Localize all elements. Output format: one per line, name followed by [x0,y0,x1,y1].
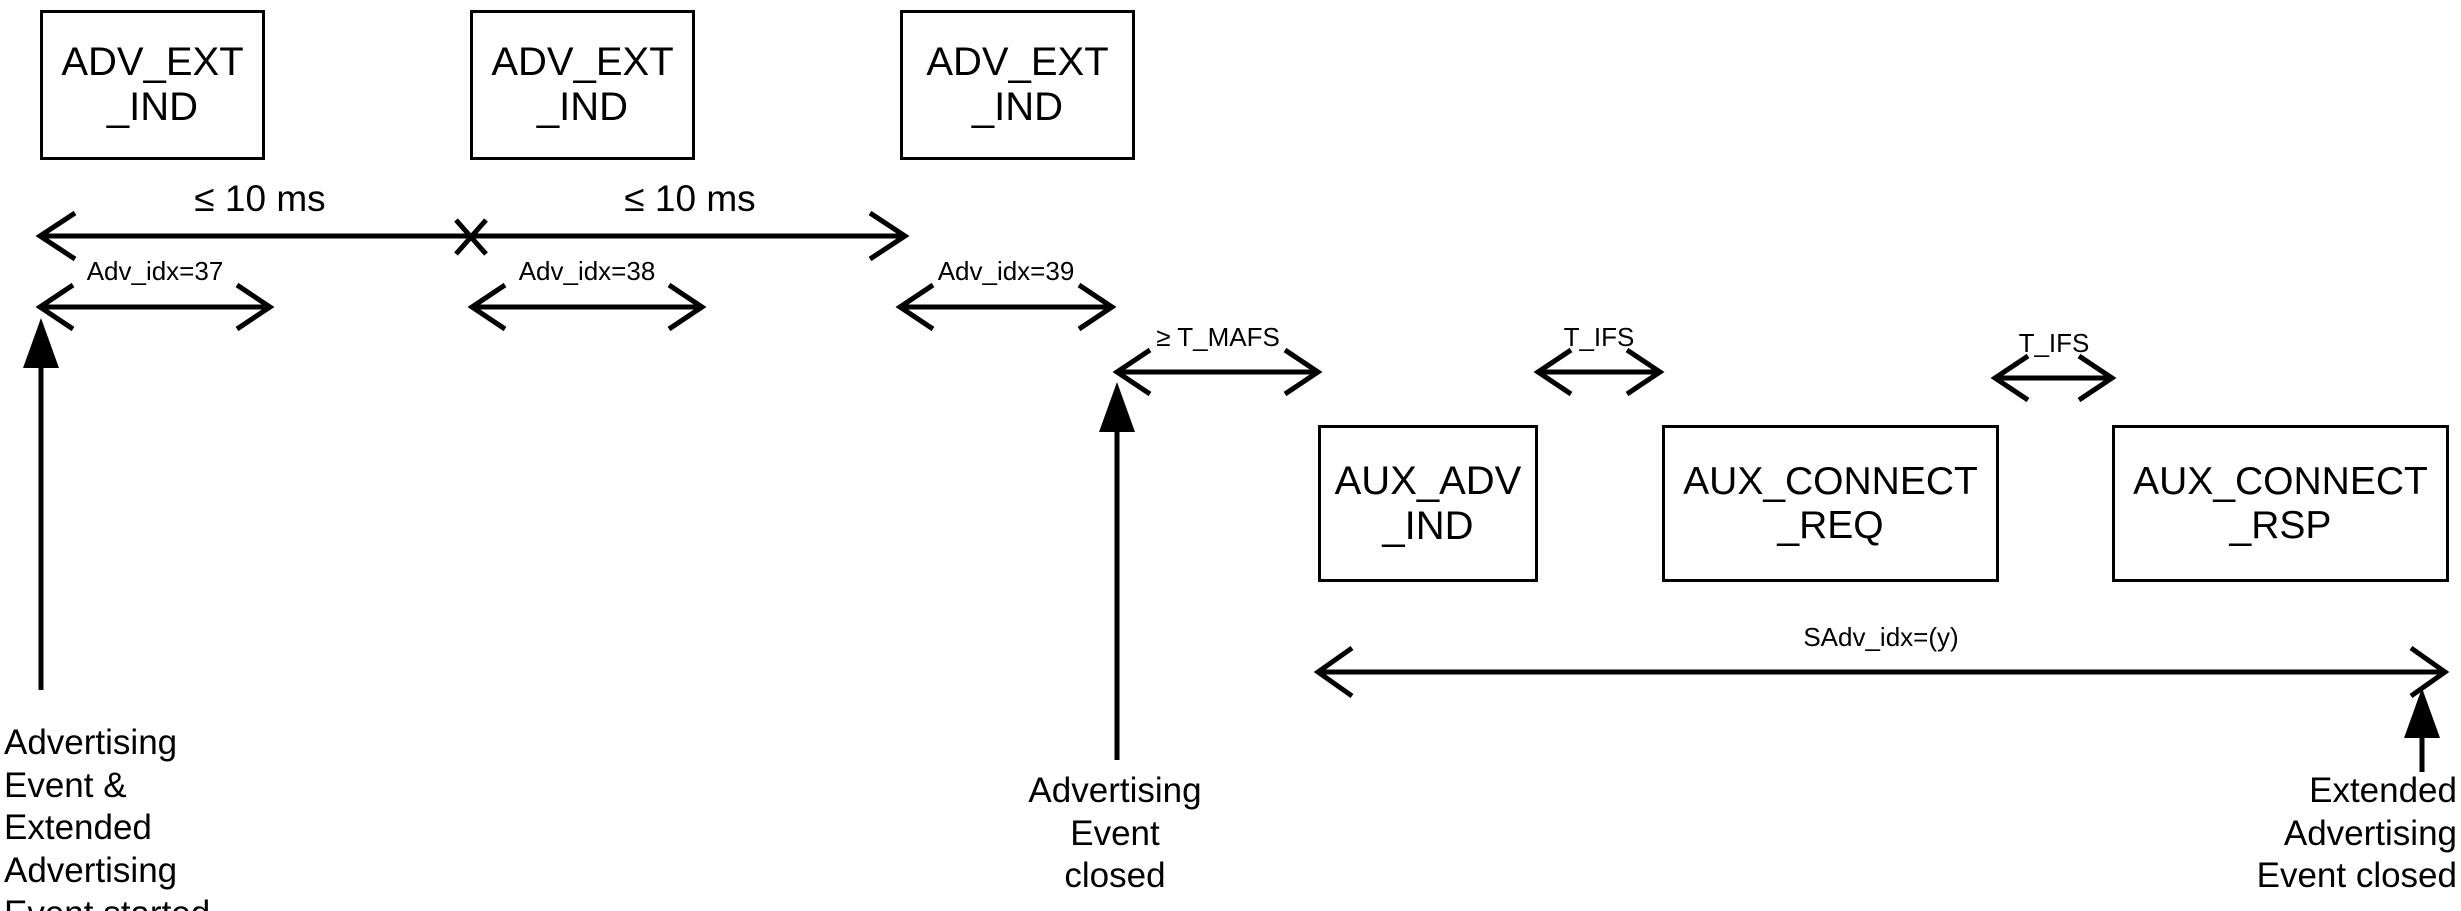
interval-label-10ms-1: ≤ 10 ms [194,178,326,219]
interval-label-adv-idx-37: Adv_idx=37 [86,256,224,286]
arrow-interval-t-ifs-1 [1533,347,1665,397]
interval-label-t-mafs: ≥ T_MAFS [1156,322,1280,352]
timing-diagram: ADV_EXT _IND ADV_EXT _IND ADV_EXT _IND A… [0,0,2461,911]
arrow-interval-adv-idx-38 [467,282,707,332]
interval-label-adv-idx-38: Adv_idx=38 [518,256,656,286]
arrow-event-closed-pointer [1099,382,1135,760]
interval-label-sadv-idx: SAdv_idx=(y) [1803,622,1959,652]
arrow-interval-adv-idx-37 [35,282,275,332]
arrow-extended-event-closed-pointer [2404,688,2440,772]
arrow-event-started-pointer [23,318,59,690]
annotation-extended-event-closed: Extended Advertising Event closed [2256,771,2457,896]
interval-label-t-ifs-2: T_IFS [2018,328,2090,358]
arrow-interval-t-ifs-2 [1990,353,2117,403]
interval-label-10ms-2: ≤ 10 ms [624,178,756,219]
annotation-event-started: Advertising Event & Extended Advertising… [4,723,210,911]
interval-label-adv-idx-39: Adv_idx=39 [937,256,1075,286]
annotation-event-closed: Advertising Event closed [1028,771,1202,896]
arrow-interval-t-mafs [1112,347,1323,397]
interval-label-t-ifs-1: T_IFS [1563,322,1635,352]
arrow-interval-sadv-idx [1313,645,2450,699]
